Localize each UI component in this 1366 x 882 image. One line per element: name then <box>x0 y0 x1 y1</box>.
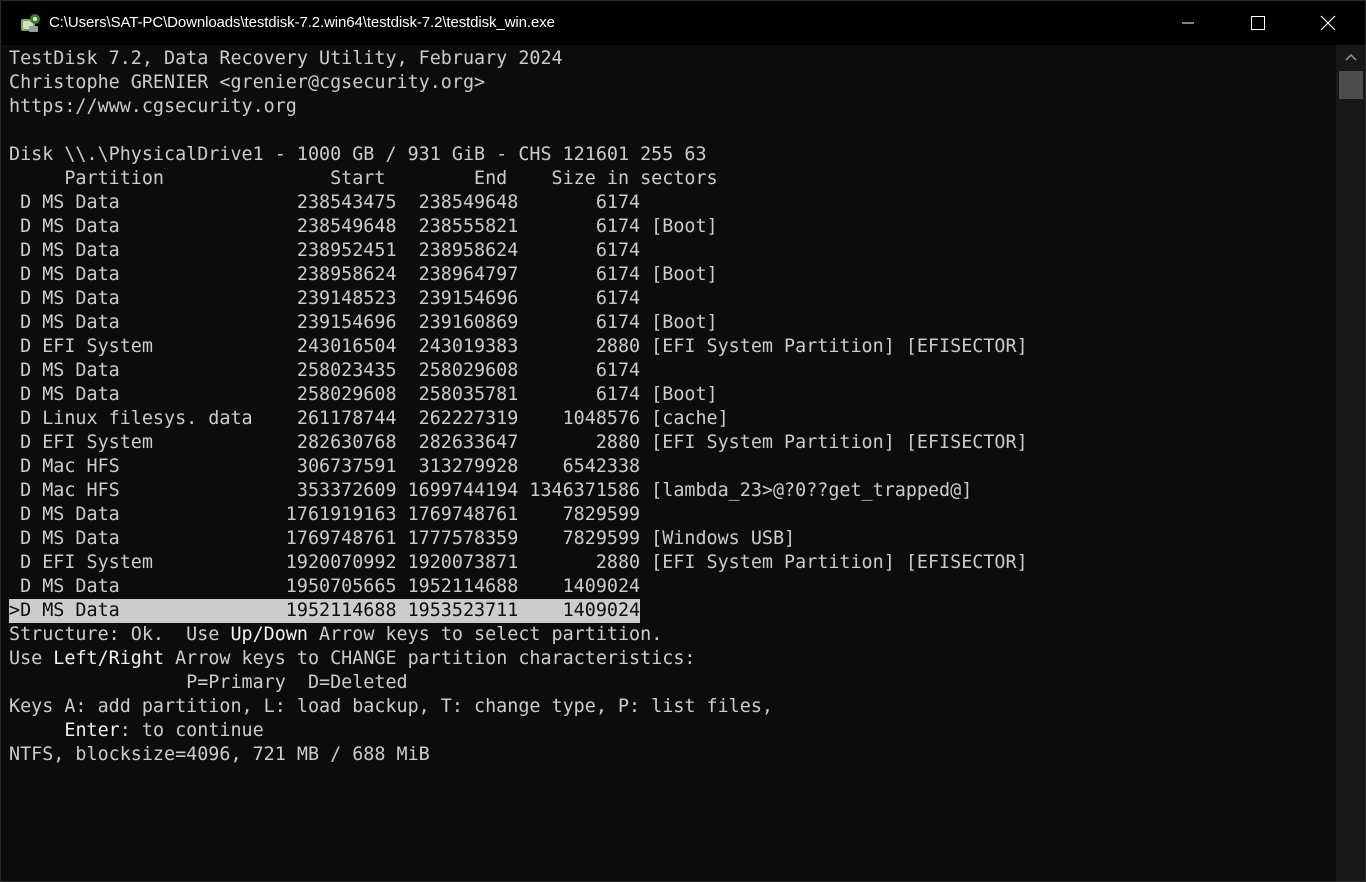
partition-row[interactable]: D MS Data 1950705665 1952114688 1409024 <box>9 575 640 599</box>
structure-status-line: Structure: Ok. Use Up/Down Arrow keys to… <box>9 623 662 647</box>
testdisk-app-icon[interactable] <box>20 13 42 33</box>
scroll-up-arrow-icon <box>1344 53 1357 61</box>
title-bar[interactable]: C:\Users\SAT-PC\Downloads\testdisk-7.2.w… <box>1 1 1365 45</box>
status-text: Arrow keys to CHANGE partition character… <box>164 648 696 669</box>
left-right-keys: Left/Right <box>53 648 165 669</box>
partition-row[interactable]: D MS Data 239154696 239160869 6174 [Boot… <box>9 311 718 335</box>
header-line: Christophe GRENIER <grenier@cgsecurity.o… <box>9 72 486 93</box>
selected-partition-row[interactable]: >D MS Data 1952114688 1953523711 1409024 <box>9 599 641 623</box>
partition-row[interactable]: D MS Data 258029608 258035781 6174 [Boot… <box>9 383 718 407</box>
vertical-scrollbar[interactable] <box>1336 45 1365 881</box>
window-title: C:\Users\SAT-PC\Downloads\testdisk-7.2.w… <box>49 14 555 31</box>
terminal-output[interactable]: TestDisk 7.2, Data Recovery Utility, Feb… <box>1 45 1335 881</box>
close-icon <box>1320 15 1336 31</box>
scroll-up-button[interactable] <box>1336 45 1365 69</box>
partition-row[interactable]: D MS Data 238952451 238958624 6174 <box>9 239 640 263</box>
status-text: Use <box>9 648 54 669</box>
status-text: Structure: Ok. Use <box>9 624 231 645</box>
partition-row[interactable]: D Mac HFS 306737591 313279928 6542338 <box>9 455 640 479</box>
partition-types-line: P=Primary D=Deleted <box>9 672 408 693</box>
scrollbar-thumb[interactable] <box>1339 71 1363 99</box>
up-down-keys: Up/Down <box>230 624 308 645</box>
partition-row[interactable]: D EFI System 282630768 282633647 2880 [E… <box>9 431 1028 455</box>
header-line: TestDisk 7.2, Data Recovery Utility, Feb… <box>9 48 563 69</box>
close-button[interactable] <box>1293 1 1363 45</box>
enter-hint-line: Enter: to continue <box>9 719 264 743</box>
console-window: C:\Users\SAT-PC\Downloads\testdisk-7.2.w… <box>0 0 1366 882</box>
enter-key: Enter <box>64 720 120 741</box>
partition-row[interactable]: D Linux filesys. data 261178744 26222731… <box>9 407 729 431</box>
maximize-icon <box>1251 16 1265 30</box>
partition-row[interactable]: D MS Data 238958624 238964797 6174 [Boot… <box>9 263 718 287</box>
partition-row[interactable]: D MS Data 1761919163 1769748761 7829599 <box>9 503 640 527</box>
header-line: https://www.cgsecurity.org <box>9 96 297 117</box>
partition-row[interactable]: D MS Data 238543475 238549648 6174 <box>9 191 640 215</box>
disk-info-line: Disk \\.\PhysicalDrive1 - 1000 GB / 931 … <box>9 144 707 165</box>
minimize-icon <box>1182 22 1194 24</box>
partition-column-header: Partition Start End Size in sectors <box>9 168 718 189</box>
keys-hint-line: Keys A: add partition, L: load backup, T… <box>9 696 773 717</box>
partition-row[interactable]: D EFI System 243016504 243019383 2880 [E… <box>9 335 1028 359</box>
partition-row[interactable]: D MS Data 239148523 239154696 6174 <box>9 287 640 311</box>
partition-row[interactable]: D MS Data 238549648 238555821 6174 [Boot… <box>9 215 718 239</box>
partition-row[interactable]: D Mac HFS 353372609 1699744194 134637158… <box>9 479 972 503</box>
change-hint-line: Use Left/Right Arrow keys to CHANGE part… <box>9 647 696 671</box>
status-text: : to continue <box>119 720 264 741</box>
partition-row[interactable]: D MS Data 1769748761 1777578359 7829599 … <box>9 527 795 551</box>
status-text: Arrow keys to select partition. <box>307 624 663 645</box>
minimize-button[interactable] <box>1153 1 1223 45</box>
partition-row[interactable]: D EFI System 1920070992 1920073871 2880 … <box>9 551 1028 575</box>
maximize-button[interactable] <box>1223 1 1293 45</box>
partition-row[interactable]: D MS Data 258023435 258029608 6174 <box>9 359 640 383</box>
filesystem-info-line: NTFS, blocksize=4096, 721 MB / 688 MiB <box>9 744 430 765</box>
